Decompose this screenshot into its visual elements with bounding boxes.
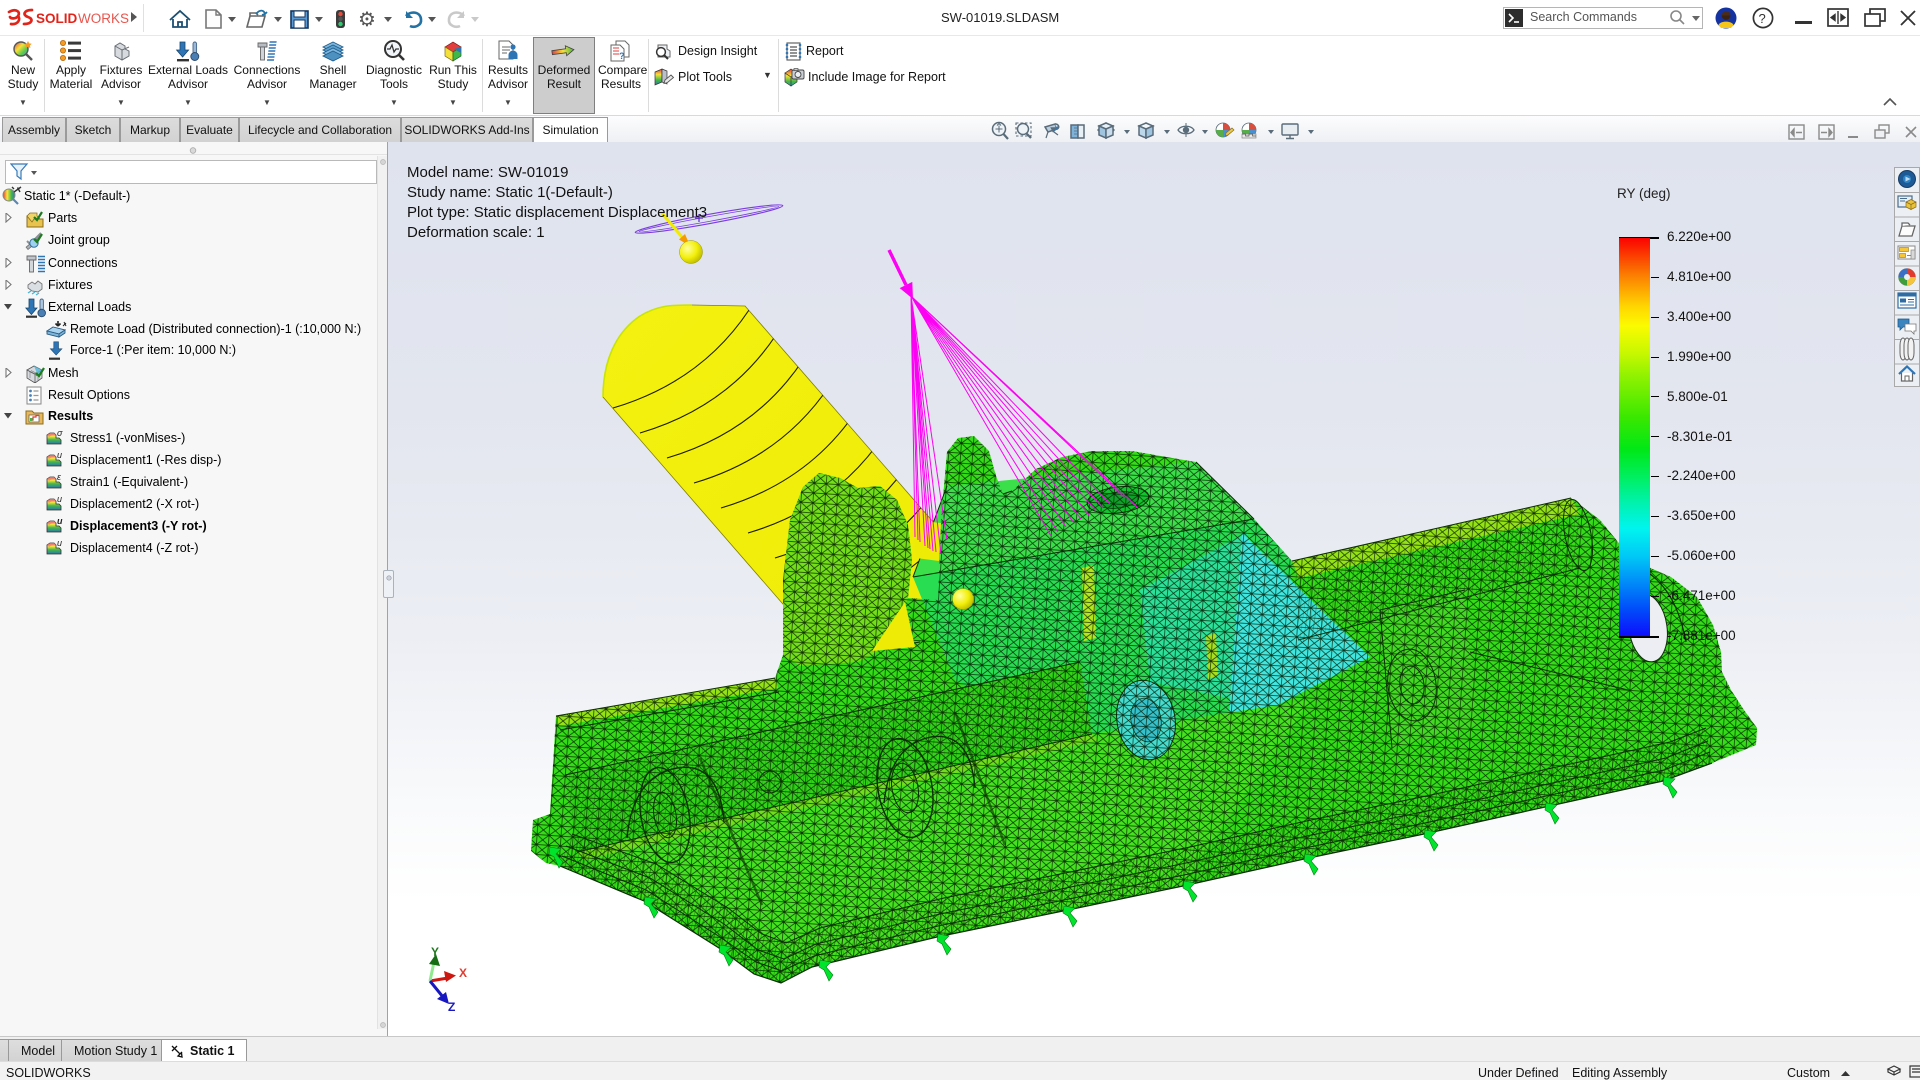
svg-text:u: u [57, 451, 62, 460]
svg-text:SOLID: SOLID [36, 11, 78, 26]
svg-text:?: ? [1759, 11, 1766, 26]
svg-text:σ: σ [57, 429, 63, 438]
svg-text:X: X [459, 966, 467, 980]
svg-text:⚙: ⚙ [358, 9, 376, 30]
svg-text:u: u [57, 539, 62, 548]
svg-text:Y: Y [431, 945, 439, 959]
svg-text:?: ? [619, 51, 625, 61]
svg-text:ε: ε [57, 473, 62, 482]
svg-text:Z: Z [448, 1000, 455, 1014]
svg-text:WORKS: WORKS [78, 11, 129, 26]
svg-text:u: u [57, 517, 63, 526]
svg-text:u: u [57, 495, 62, 504]
